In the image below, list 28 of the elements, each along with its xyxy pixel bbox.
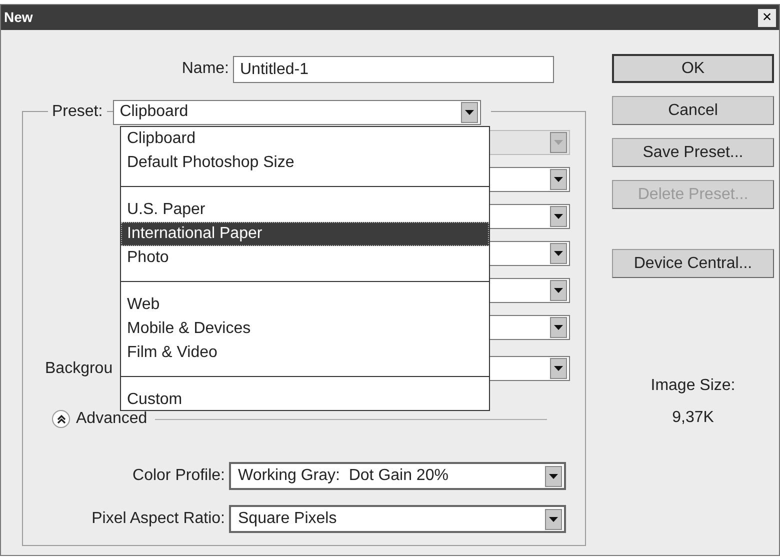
advanced-label: Advanced xyxy=(76,409,148,429)
image-size-label: Image Size: xyxy=(650,376,736,396)
image-size-value: 9,37K xyxy=(671,408,715,428)
chevron-up-icon xyxy=(56,414,66,424)
menu-item[interactable]: International Paper xyxy=(121,222,489,246)
name-field[interactable]: Untitled-1 xyxy=(233,56,554,82)
collapse-button[interactable] xyxy=(52,410,70,428)
menu-item[interactable]: Web xyxy=(121,293,489,317)
menu-item[interactable]: Default Photoshop Size xyxy=(121,151,489,175)
menu-item[interactable]: Mobile & Devices xyxy=(121,317,489,341)
menu-item[interactable]: Film & Video xyxy=(121,341,489,365)
dialog-button[interactable]: Cancel xyxy=(612,96,774,125)
name-label: Name: xyxy=(180,59,230,79)
preset-dropdown[interactable]: Clipboard xyxy=(112,100,481,124)
dropdown-field[interactable]: Square Pixels xyxy=(229,505,566,533)
dialog-button[interactable]: Save Preset... xyxy=(612,138,774,167)
background-label: Backgrou xyxy=(44,358,114,378)
dialog-button[interactable]: OK xyxy=(612,54,774,83)
menu-item[interactable]: Custom xyxy=(121,388,489,410)
field-label: Pixel Aspect Ratio: xyxy=(90,509,226,529)
menu-item[interactable]: U.S. Paper xyxy=(121,198,489,222)
dropdown-field[interactable]: Working Gray: Dot Gain 20% xyxy=(229,462,566,490)
window-title: New xyxy=(4,8,33,27)
menu-item[interactable]: Clipboard xyxy=(121,127,489,151)
field-label: Color Profile: xyxy=(132,466,226,486)
dialog-button[interactable]: Device Central... xyxy=(612,249,774,278)
menu-item[interactable]: Photo xyxy=(121,246,489,270)
close-button[interactable]: × xyxy=(758,8,776,26)
